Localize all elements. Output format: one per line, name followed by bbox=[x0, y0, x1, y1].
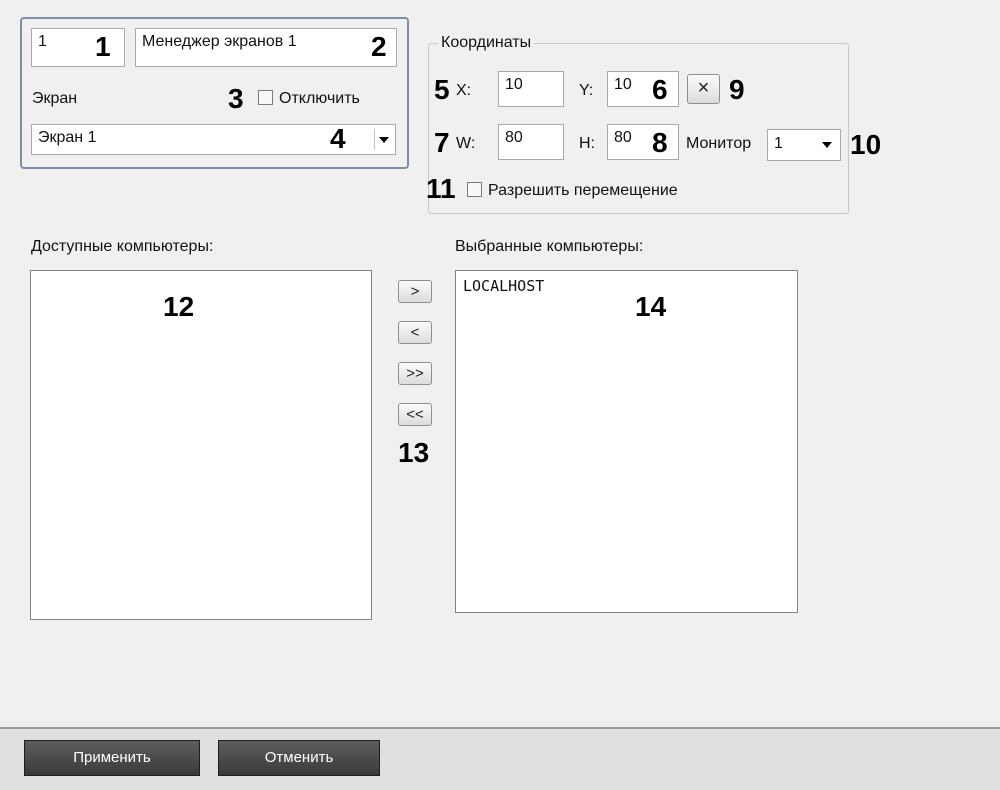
y-value: 10 bbox=[614, 76, 632, 93]
selected-computers-label: Выбранные компьютеры: bbox=[455, 238, 644, 255]
screen-select-value: Экран 1 bbox=[38, 129, 97, 146]
callout-13: 13 bbox=[398, 437, 430, 468]
callout-9: 9 bbox=[729, 74, 745, 105]
add-button[interactable]: > bbox=[398, 280, 432, 303]
apply-button[interactable]: Применить bbox=[24, 740, 200, 776]
callout-4: 4 bbox=[330, 123, 346, 154]
selected-computers-list[interactable]: LOCALHOST bbox=[455, 270, 798, 613]
cancel-button[interactable]: Отменить bbox=[218, 740, 380, 776]
x-label: X: bbox=[456, 82, 472, 99]
w-field[interactable]: 80 bbox=[498, 124, 564, 160]
coords-legend: Координаты bbox=[438, 34, 535, 52]
callout-6: 6 bbox=[652, 74, 668, 105]
callout-3: 3 bbox=[228, 83, 244, 114]
callout-8: 8 bbox=[652, 127, 668, 158]
callout-12: 12 bbox=[163, 291, 195, 322]
y-field[interactable]: 10 bbox=[607, 71, 679, 107]
monitor-select-value: 1 bbox=[774, 135, 783, 152]
remove-button[interactable]: < bbox=[398, 321, 432, 344]
callout-14: 14 bbox=[635, 291, 667, 322]
disable-label: Отключить bbox=[279, 90, 360, 107]
h-field[interactable]: 80 bbox=[607, 124, 679, 160]
x-value: 10 bbox=[505, 76, 523, 93]
name-value: Менеджер экранов 1 bbox=[142, 33, 297, 50]
w-value: 80 bbox=[505, 129, 523, 146]
monitor-label: Монитор bbox=[686, 135, 752, 152]
close-icon: × bbox=[697, 77, 710, 99]
available-computers-list[interactable] bbox=[30, 270, 372, 620]
add-all-button[interactable]: >> bbox=[398, 362, 432, 385]
callout-7: 7 bbox=[434, 127, 450, 158]
chevron-down-icon bbox=[379, 137, 389, 143]
chevron-down-icon bbox=[822, 142, 832, 148]
y-label: Y: bbox=[579, 82, 594, 99]
available-computers-label: Доступные компьютеры: bbox=[31, 238, 214, 255]
callout-2: 2 bbox=[371, 31, 387, 62]
id-field[interactable]: 1 bbox=[31, 28, 125, 67]
screen-label: Экран bbox=[32, 90, 78, 107]
reset-coords-button[interactable]: × bbox=[687, 74, 720, 104]
monitor-select[interactable]: 1 bbox=[767, 129, 841, 161]
callout-5: 5 bbox=[434, 74, 450, 105]
callout-1: 1 bbox=[95, 31, 111, 62]
id-value: 1 bbox=[38, 33, 47, 50]
list-item[interactable]: LOCALHOST bbox=[463, 277, 544, 295]
h-value: 80 bbox=[614, 129, 632, 146]
h-label: H: bbox=[579, 135, 595, 152]
disable-checkbox[interactable] bbox=[258, 90, 273, 105]
allow-move-checkbox[interactable] bbox=[467, 182, 482, 197]
w-label: W: bbox=[456, 135, 476, 152]
x-field[interactable]: 10 bbox=[498, 71, 564, 107]
callout-11: 11 bbox=[426, 173, 456, 204]
allow-move-label: Разрешить перемещение bbox=[488, 182, 678, 199]
screen-select-button[interactable] bbox=[374, 129, 393, 150]
name-field[interactable]: Менеджер экранов 1 bbox=[135, 28, 397, 67]
remove-all-button[interactable]: << bbox=[398, 403, 432, 426]
callout-10: 10 bbox=[850, 129, 882, 160]
